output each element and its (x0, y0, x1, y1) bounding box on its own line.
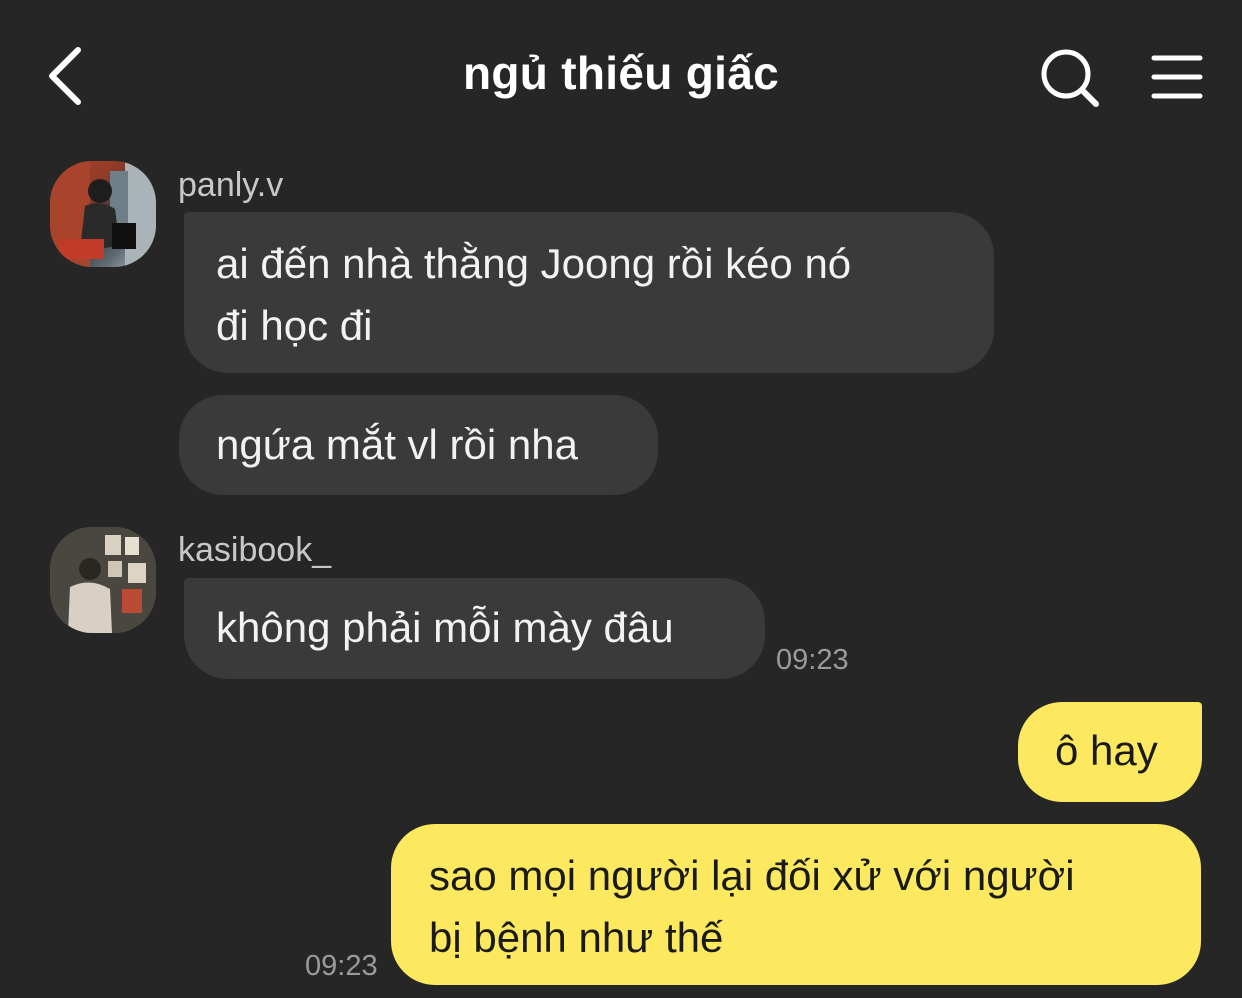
search-icon (1041, 49, 1099, 107)
search-button[interactable] (1036, 44, 1104, 112)
message-bubble[interactable]: không phải mỗi mày đâu (184, 578, 765, 679)
sender-name: kasibook_ (178, 531, 332, 569)
menu-button[interactable] (1146, 50, 1208, 106)
avatar-photo (50, 161, 156, 267)
message-text: không phải mỗi mày đâu (216, 604, 674, 651)
message-bubble[interactable]: ngứa mắt vl rồi nha (179, 395, 658, 495)
message-bubble-own[interactable]: sao mọi người lại đối xử với người bị bệ… (391, 824, 1201, 985)
message-text: bị bệnh như thế (429, 914, 724, 961)
message-text: ngứa mắt vl rồi nha (216, 421, 578, 468)
message-text: sao mọi người lại đối xử với người (429, 852, 1075, 899)
avatar-photo (50, 527, 156, 633)
avatar-kasibook[interactable] (50, 527, 156, 633)
message-text: ai đến nhà thằng Joong rồi kéo nó (216, 240, 852, 287)
chat-header: ngủ thiếu giấc (0, 0, 1242, 150)
avatar-panly[interactable] (50, 161, 156, 267)
message-text: ô hay (1055, 727, 1158, 774)
message-text: đi học đi (216, 302, 373, 349)
message-bubble[interactable]: ai đến nhà thằng Joong rồi kéo nó đi học… (184, 212, 994, 373)
sender-name: panly.v (178, 166, 284, 204)
menu-icon (1151, 55, 1203, 99)
message-timestamp: 09:23 (776, 644, 849, 676)
message-timestamp: 09:23 (305, 950, 378, 982)
message-bubble-own[interactable]: ô hay (1018, 702, 1202, 802)
